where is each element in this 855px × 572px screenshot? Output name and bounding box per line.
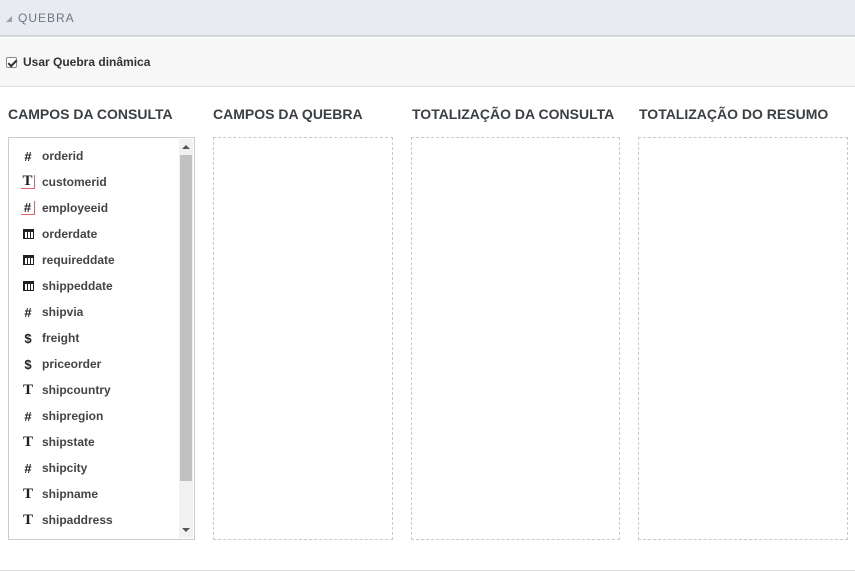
field-item-orderid[interactable]: # orderid [21,146,83,166]
field-item-shipvia[interactable]: # shipvia [21,302,83,322]
field-icon-wrap [21,253,35,267]
field-item-shipaddress[interactable]: Tshipaddress [21,510,113,530]
field-item-freight[interactable]: $ freight [21,328,79,348]
field-item-customerid[interactable]: Tcustomerid [21,172,107,192]
field-label: shipname [42,487,99,501]
summary-totals-title: TOTALIZAÇÃO DO RESUMO [639,106,829,122]
text-icon: T [22,511,33,528]
field-label: requireddate [42,253,115,267]
text-key-icon: T [21,173,35,189]
field-item-orderdate[interactable]: orderdate [21,224,97,244]
dynamic-break-checkbox[interactable] [6,56,17,68]
field-label: orderdate [42,227,98,241]
field-label: employeeid [42,201,109,215]
field-label: freight [42,331,80,345]
field-item-shipstate[interactable]: Tshipstate [21,432,95,452]
summary-totals-dropzone[interactable] [638,137,848,540]
scroll-down-icon[interactable] [182,528,190,532]
query-totals-dropzone[interactable] [411,137,620,540]
section-title: QUEBRA [18,10,75,25]
query-totals-title: TOTALIZAÇÃO DA CONSULTA [412,106,615,122]
field-label: shipvia [42,305,84,319]
field-label: customerid [42,175,107,189]
number-icon: # [24,408,32,424]
field-label: shipregion [42,409,104,423]
field-item-requireddate[interactable]: requireddate [21,250,115,270]
dynamic-break-label[interactable]: Usar Quebra dinâmica [23,55,150,69]
query-fields-title: CAMPOS DA CONSULTA [8,106,173,122]
field-label: shipcountry [42,383,111,397]
number-icon: # [24,148,32,164]
scroll-up-icon[interactable] [182,145,190,149]
list-scrollbar[interactable] [179,139,193,538]
text-icon: T [22,381,33,398]
field-item-shipcountry[interactable]: Tshipcountry [21,380,111,400]
option-row: Usar Quebra dinâmica [0,38,855,87]
field-icon-wrap [21,279,35,293]
break-fields-title: CAMPOS DA QUEBRA [213,106,363,122]
field-item-shippeddate[interactable]: shippeddate [21,276,113,296]
scroll-thumb[interactable] [180,155,192,481]
field-icon-wrap [21,227,35,241]
number-key-icon: # [21,200,35,215]
divider [0,570,855,571]
section-header[interactable]: QUEBRA [0,0,855,37]
field-item-shipcity[interactable]: # shipcity [21,458,87,478]
number-icon: # [24,460,32,476]
field-label: orderid [42,149,84,163]
calendar-icon [22,281,34,291]
field-item-priceorder[interactable]: $ priceorder [21,354,101,374]
field-label: shipstate [42,435,95,449]
field-label: shippeddate [42,279,113,293]
calendar-icon [22,255,34,265]
query-fields-list[interactable]: # orderid Tcustomerid # employeeid orderdate r… [8,137,195,540]
field-label: shipcity [42,461,88,475]
calendar-icon [22,229,34,239]
triangle-collapse-icon[interactable] [6,15,12,22]
field-item-shipname[interactable]: Tshipname [21,484,98,504]
text-icon: T [22,485,33,502]
currency-icon: $ [24,330,32,346]
field-label: shipaddress [42,513,113,527]
break-fields-dropzone[interactable] [213,137,393,540]
number-icon: # [24,304,32,320]
currency-icon: $ [24,356,32,372]
field-label: priceorder [42,357,102,371]
text-icon: T [22,433,33,450]
field-item-employeeid[interactable]: # employeeid [21,198,108,218]
field-item-shipregion[interactable]: # shipregion [21,406,103,426]
